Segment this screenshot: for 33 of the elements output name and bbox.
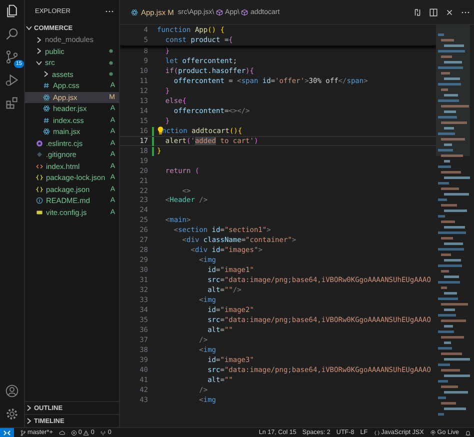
braces-icon (36, 186, 43, 193)
branch-icon (20, 430, 26, 436)
cube-icon (216, 8, 224, 16)
remote-icon[interactable] (0, 428, 14, 437)
run-debug-icon[interactable] (5, 73, 19, 87)
code-brackets-icon (36, 162, 43, 170)
bell-icon[interactable] (465, 430, 471, 436)
diamond-icon (36, 151, 43, 158)
antenna-icon (100, 430, 106, 436)
error-icon (70, 430, 77, 436)
react-file-icon (43, 128, 50, 136)
search-icon[interactable] (5, 27, 19, 41)
hash-icon (43, 82, 50, 90)
lightbulb-icon[interactable] (157, 126, 164, 136)
files-icon[interactable] (5, 4, 19, 18)
close-icon[interactable] (445, 8, 454, 16)
info-icon (36, 197, 43, 204)
cloud-icon[interactable] (58, 430, 65, 436)
braces-icon (36, 174, 43, 182)
account-icon[interactable] (5, 384, 19, 398)
compare-changes-icon[interactable] (413, 8, 422, 16)
settings-icon[interactable] (5, 407, 19, 421)
split-editor-icon[interactable] (429, 8, 438, 16)
more-icon[interactable] (105, 10, 114, 12)
broadcast-icon (430, 430, 436, 436)
cube-icon (241, 8, 248, 16)
js-file-icon (36, 208, 43, 216)
extensions-icon[interactable] (5, 96, 19, 110)
more-icon[interactable] (461, 10, 470, 14)
warning-icon (83, 430, 90, 436)
braces-icon (374, 430, 380, 436)
hash-icon (43, 116, 50, 124)
react-file-icon (131, 8, 138, 16)
